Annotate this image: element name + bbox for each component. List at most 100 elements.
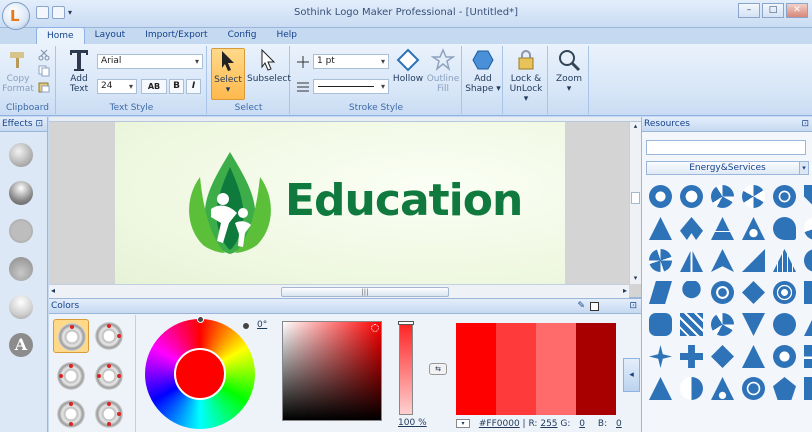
shade-swatch-0[interactable] [456,323,496,415]
tab-home[interactable]: Home [36,27,85,44]
logo-text[interactable]: Education [285,175,523,226]
vertical-scroll-thumb[interactable] [631,192,640,204]
resource-item[interactable] [707,277,738,308]
resource-item[interactable] [738,309,769,340]
resource-item[interactable] [769,309,800,340]
tab-help[interactable]: Help [266,27,307,44]
zoom-button[interactable]: Zoom ▾ [551,48,587,94]
copy-icon[interactable] [38,65,50,77]
fill-type-conic[interactable] [91,397,127,431]
scroll-up-icon[interactable]: ▴ [630,122,641,132]
resource-item[interactable] [769,277,800,308]
scroll-down-icon[interactable]: ▾ [630,274,641,284]
eyedropper-icon[interactable]: ✎ [577,299,585,314]
effect-light-ball[interactable] [9,295,33,319]
resource-item[interactable] [676,309,707,340]
resource-item[interactable] [707,181,738,212]
g-value[interactable]: 0 [579,419,585,429]
expand-panel-arrow-icon[interactable]: ◂ [623,358,640,392]
alpha-slider[interactable] [398,321,414,415]
resource-item[interactable] [645,309,676,340]
resource-item[interactable] [707,245,738,276]
resource-item[interactable] [738,213,769,244]
subselect-button[interactable]: Subselect [247,48,291,84]
resource-item[interactable] [800,373,812,404]
add-text-button[interactable]: Add Text [63,48,95,94]
resources-pin-icon[interactable]: ⊡ [801,117,809,132]
resource-item[interactable] [645,277,676,308]
leaf-logo-icon[interactable] [185,147,275,257]
text-effect-icon[interactable]: A [9,333,33,357]
fill-type-diamond[interactable] [53,397,89,431]
saturation-value-picker[interactable] [282,321,382,421]
bold-button[interactable]: B [169,79,184,94]
resource-item[interactable] [707,341,738,372]
vertical-scrollbar[interactable]: ▴ ▾ [629,122,641,284]
horizontal-scrollbar[interactable]: ◂ ||| ▸ [49,284,629,298]
category-dropdown-icon[interactable]: ▾ [799,161,809,175]
resource-item[interactable] [769,373,800,404]
resource-item[interactable] [738,277,769,308]
effect-glossy-ball[interactable] [9,143,33,167]
scroll-left-icon[interactable]: ◂ [51,286,55,295]
close-button[interactable]: ✕ [786,3,808,18]
resource-item[interactable] [769,213,800,244]
tab-import-export[interactable]: Import/Export [135,27,217,44]
r-value[interactable]: 255 [540,419,557,429]
effect-flat-ball[interactable] [9,219,33,243]
character-spacing-button[interactable]: AB [141,79,167,94]
resource-item[interactable] [769,245,800,276]
effect-dark-ball[interactable] [9,181,33,205]
cut-icon[interactable] [38,49,50,61]
swap-colors-icon[interactable]: ⇆ [429,363,447,375]
alpha-value[interactable]: 100 % [398,418,427,428]
resource-item[interactable] [676,245,707,276]
color-history-dropdown-icon[interactable]: ▾ [456,419,470,428]
colors-pin-icon[interactable]: ⊡ [629,299,637,314]
hex-value[interactable]: #FF0000 [479,419,520,429]
resource-item[interactable] [800,213,812,244]
stroke-type-select[interactable] [313,79,389,94]
resource-item[interactable] [645,245,676,276]
resource-item[interactable] [676,181,707,212]
fill-type-square[interactable] [91,359,127,393]
shade-swatch-2[interactable] [536,323,576,415]
resource-item[interactable] [738,181,769,212]
copy-format-button[interactable]: Copy Format [2,48,34,94]
resource-item[interactable] [645,341,676,372]
resource-item[interactable] [676,213,707,244]
italic-button[interactable]: I [186,79,201,94]
resource-item[interactable] [800,309,812,340]
resource-item[interactable] [800,245,812,276]
font-family-select[interactable]: Arial [97,54,203,69]
select-button[interactable]: Select ▾ [211,48,245,100]
resource-item[interactable] [800,277,812,308]
resource-item[interactable] [676,341,707,372]
angle-value[interactable]: 0° [257,320,267,330]
resource-item[interactable] [676,373,707,404]
resource-item[interactable] [645,373,676,404]
resource-item[interactable] [738,373,769,404]
resource-item[interactable] [738,341,769,372]
resource-item[interactable] [800,341,812,372]
fill-type-linear[interactable] [91,319,127,353]
hollow-button[interactable]: Hollow [391,48,425,84]
resource-item[interactable] [800,181,812,212]
add-shape-button[interactable]: Add Shape ▾ [465,48,501,94]
artboard[interactable]: Education [115,122,565,284]
hue-handle[interactable] [197,316,204,323]
b-value[interactable]: 0 [616,419,622,429]
outline-fill-button[interactable]: Outline Fill [426,48,460,94]
shade-swatch-1[interactable] [496,323,536,415]
resource-item[interactable] [707,373,738,404]
horizontal-scroll-thumb[interactable]: ||| [281,287,449,297]
minimize-button[interactable]: – [738,3,760,18]
alpha-slider-handle[interactable] [398,321,414,325]
resource-item[interactable] [769,181,800,212]
resource-item[interactable] [645,213,676,244]
effect-shadow-ball[interactable] [9,257,33,281]
no-color-box[interactable] [590,302,599,311]
pin-icon[interactable]: ⊡ [35,117,43,132]
resource-item[interactable] [707,309,738,340]
scroll-right-icon[interactable]: ▸ [623,286,627,295]
